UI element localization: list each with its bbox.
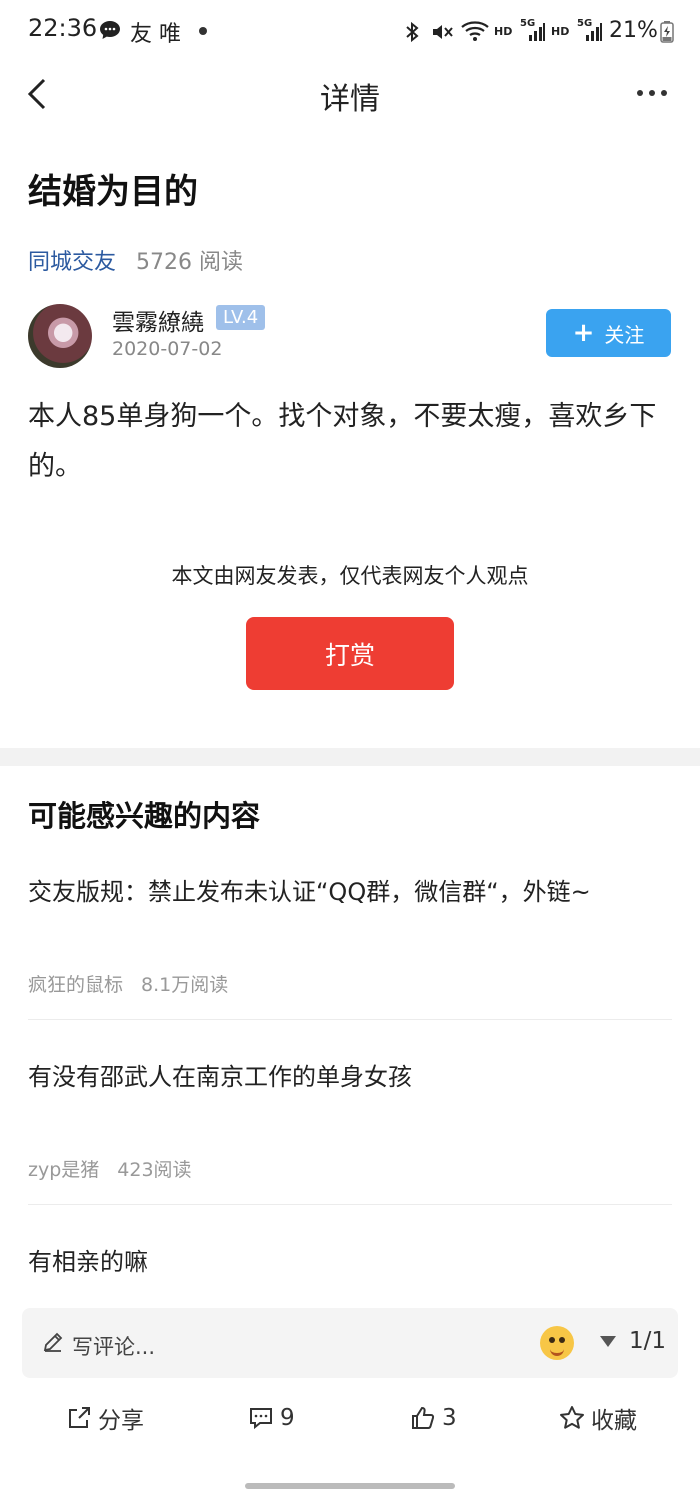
related-heading: 可能感兴趣的内容 [28,799,261,833]
comments-count: 9 [280,1405,295,1431]
page-indicator[interactable]: 1/1 [629,1328,666,1354]
favorite-label: 收藏 [591,1408,637,1434]
battery-percent: 21% [609,18,658,43]
related-item-title[interactable]: 交友版规：禁止发布未认证“QQ群，微信群“，外链~ [28,872,678,907]
post-body: 本人85单身狗一个。找个对象，不要太瘦，喜欢乡下的。 [28,401,657,482]
emoji-eye [559,1337,565,1343]
signal-icon-2 [585,22,603,46]
hd-indicator-2: HD [551,25,570,38]
favorite-button[interactable]: 收藏 [559,1400,637,1436]
related-item-title[interactable]: 有相亲的嘛 [28,1242,678,1277]
more-options-button[interactable] [634,78,674,108]
like-button[interactable]: 3 [410,1400,457,1436]
notification-text: 友 唯 [130,22,181,47]
emoji-mouth [550,1346,564,1356]
follow-button[interactable]: + 关注 [546,309,671,357]
chat-bubble-icon [98,18,122,47]
plus-icon: + [572,318,595,348]
hd-indicator-1: HD [494,25,513,38]
home-indicator[interactable] [245,1483,455,1489]
avatar[interactable] [28,304,92,368]
more-dots-icon [637,90,667,96]
share-button[interactable]: 分享 [66,1400,144,1436]
list-divider [28,1204,672,1205]
star-icon [560,1406,584,1429]
notification-dot [199,27,207,35]
related-item-reads: 8.1万阅读 [141,974,229,996]
related-item-author: zyp是猪 [28,1159,100,1181]
thumbs-up-icon [412,1406,435,1429]
share-icon [69,1407,90,1428]
related-item-author: 疯狂的鼠标 [28,974,124,996]
post-title: 结婚为目的 [28,172,198,212]
status-time: 22:36 [28,14,98,42]
comments-button[interactable]: 9 [248,1400,295,1436]
section-divider [0,748,700,766]
pencil-icon [42,1331,64,1353]
category-link[interactable]: 同城交友 [28,244,116,276]
page-title: 详情 [320,82,380,117]
related-item-meta: 疯狂的鼠标 8.1万阅读 [28,970,228,997]
likes-count: 3 [442,1405,457,1431]
related-item-reads: 423阅读 [117,1159,192,1181]
caret-down-icon[interactable] [600,1336,616,1347]
reward-button[interactable]: 打赏 [246,617,454,690]
comment-placeholder[interactable]: 写评论... [72,1331,155,1361]
read-count: 5726 阅读 [136,250,243,275]
disclaimer-text: 本文由网友发表，仅代表网友个人观点 [171,564,529,588]
list-divider [28,1019,672,1020]
comment-icon [250,1408,272,1430]
status-bar: 22:36 友 唯 HD 5G HD 5G 21% [0,0,700,64]
signal-icon-1 [528,22,546,46]
related-item-meta: zyp是猪 423阅读 [28,1155,192,1182]
wifi-icon [460,18,490,48]
post-date: 2020-07-02 [112,338,223,360]
follow-label: 关注 [604,322,645,347]
bluetooth-icon [402,20,422,48]
mute-icon [430,20,456,48]
level-badge: LV.4 [216,305,266,330]
battery-charging-icon [660,21,674,47]
share-label: 分享 [98,1408,144,1434]
emoji-icon[interactable] [540,1326,574,1360]
related-item-title[interactable]: 有没有邵武人在南京工作的单身女孩 [28,1057,678,1092]
author-name[interactable]: 雲霧繚繞 [112,303,204,337]
emoji-eye [549,1337,555,1343]
